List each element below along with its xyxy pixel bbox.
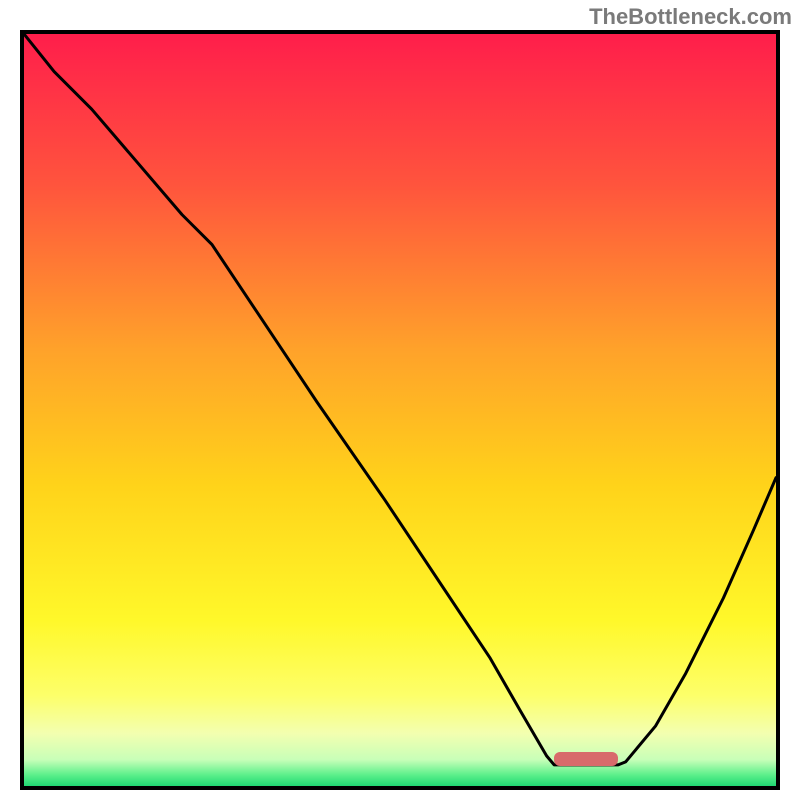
- chart-container: TheBottleneck.com: [0, 0, 800, 800]
- bottleneck-curve: [24, 34, 776, 786]
- plot-area: [20, 30, 780, 790]
- optimal-marker: [554, 752, 618, 766]
- watermark-text: TheBottleneck.com: [589, 4, 792, 30]
